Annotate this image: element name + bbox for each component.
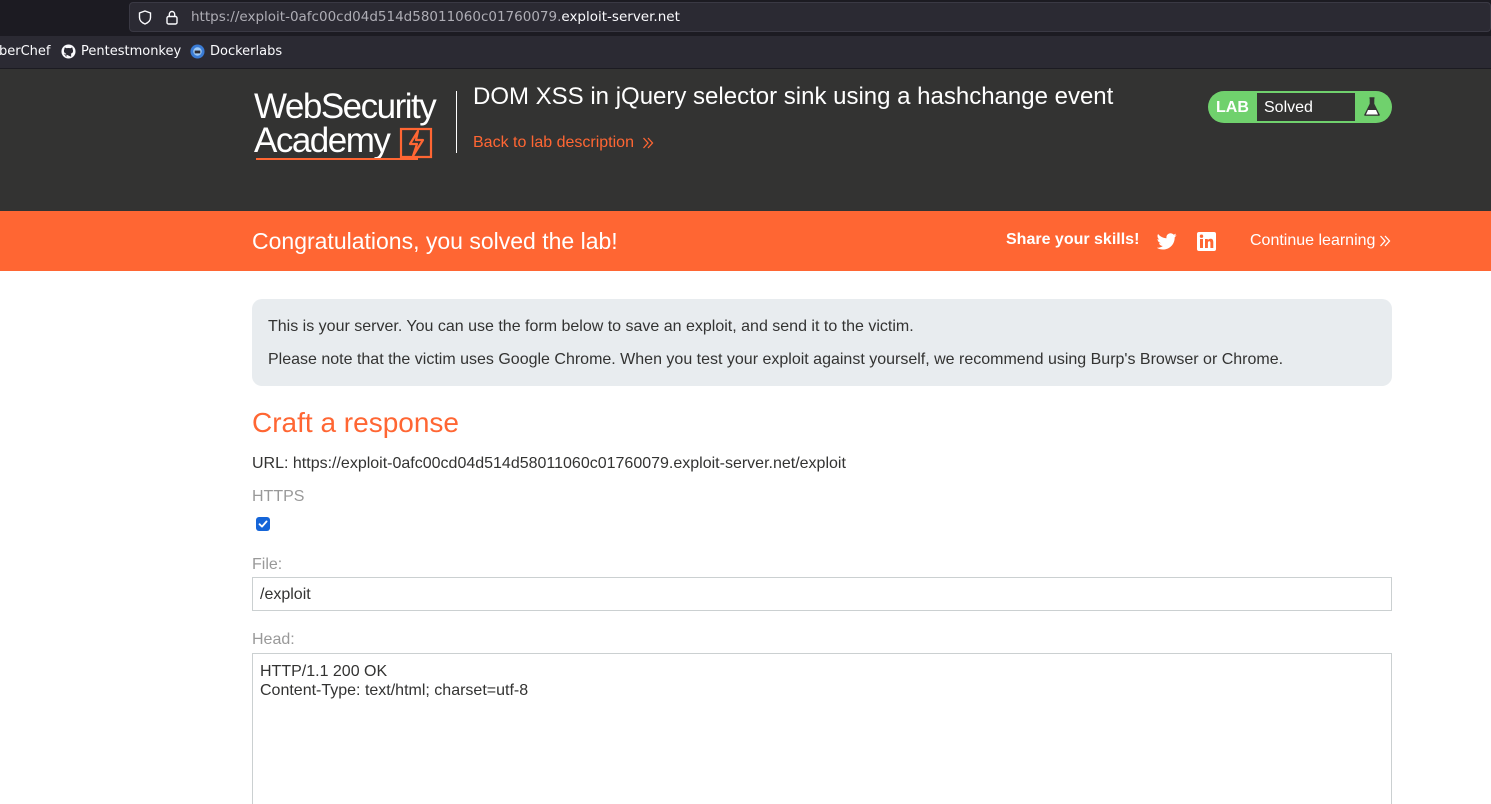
logo-line-1: WebSecurity [254,87,437,126]
info-line-1: This is your server. You can use the for… [268,318,914,335]
linkedin-icon[interactable] [1197,232,1216,251]
dockerlabs-icon [190,44,205,59]
head-line-2: Content-Type: text/html; charset=utf-8 [260,682,529,699]
back-to-lab-link[interactable]: Back to lab description [473,134,654,152]
url-prefix: https://exploit-0afc00cd04d514d58011060c… [191,9,562,25]
flask-icon [1364,97,1380,116]
share-label: Share your skills! [1006,231,1140,248]
status-value: Solved [1257,93,1355,121]
address-text[interactable]: https://exploit-0afc00cd04d514d58011060c… [191,9,680,25]
file-input[interactable]: /exploit [252,577,1392,611]
lab-title: DOM XSS in jQuery selector sink using a … [473,83,1114,110]
twitter-icon[interactable] [1157,233,1177,250]
head-line-1: HTTP/1.1 200 OK [260,663,388,680]
bookmarks-bar: berChef Pentestmonkey Dockerlabs [0,36,1491,69]
url-domain: exploit-server.net [561,9,680,25]
continue-learning-link[interactable]: Continue learning [1250,232,1391,250]
status-lab-label: LAB [1216,99,1249,116]
back-link-label: Back to lab description [473,134,634,151]
browser-toolbar: https://exploit-0afc00cd04d514d58011060c… [0,0,1491,36]
bookmark-pentestmonkey[interactable]: Pentestmonkey [61,44,181,59]
server-info-box: This is your server. You can use the for… [252,299,1392,386]
bookmark-label: Pentestmonkey [81,44,182,59]
craft-response-heading: Craft a response [252,407,459,438]
github-icon [61,44,76,59]
checkmark-icon [258,520,268,528]
exploit-url: URL: https://exploit-0afc00cd04d514d5801… [252,455,846,472]
lab-status-badge: LAB Solved [1208,91,1392,123]
header-divider [456,91,457,153]
web-security-academy-logo[interactable]: WebSecurity Academy [254,87,454,160]
bookmark-label: berChef [0,44,51,59]
continue-learning-label: Continue learning [1250,232,1376,249]
shield-icon[interactable] [138,10,152,25]
lock-icon[interactable] [165,10,179,25]
file-label: File: [252,556,283,573]
address-bar[interactable]: https://exploit-0afc00cd04d514d58011060c… [129,2,1491,32]
info-line-2: Please note that the victim uses Google … [268,351,1284,368]
head-textarea[interactable]: HTTP/1.1 200 OK Content-Type: text/html;… [252,653,1392,804]
bookmark-label: Dockerlabs [210,44,283,59]
https-checkbox[interactable] [256,517,270,531]
double-chevron-right-icon [643,137,654,149]
double-chevron-right-icon [1380,235,1391,247]
logo-underline [256,158,418,160]
head-label: Head: [252,631,295,648]
logo-bolt-icon [399,127,433,159]
solved-banner: Congratulations, you solved the lab! Sha… [0,211,1491,271]
congrats-message: Congratulations, you solved the lab! [252,228,618,254]
bookmark-cyberchef[interactable]: berChef [0,44,51,59]
bookmark-dockerlabs[interactable]: Dockerlabs [190,44,282,59]
https-label: HTTPS [252,488,305,505]
